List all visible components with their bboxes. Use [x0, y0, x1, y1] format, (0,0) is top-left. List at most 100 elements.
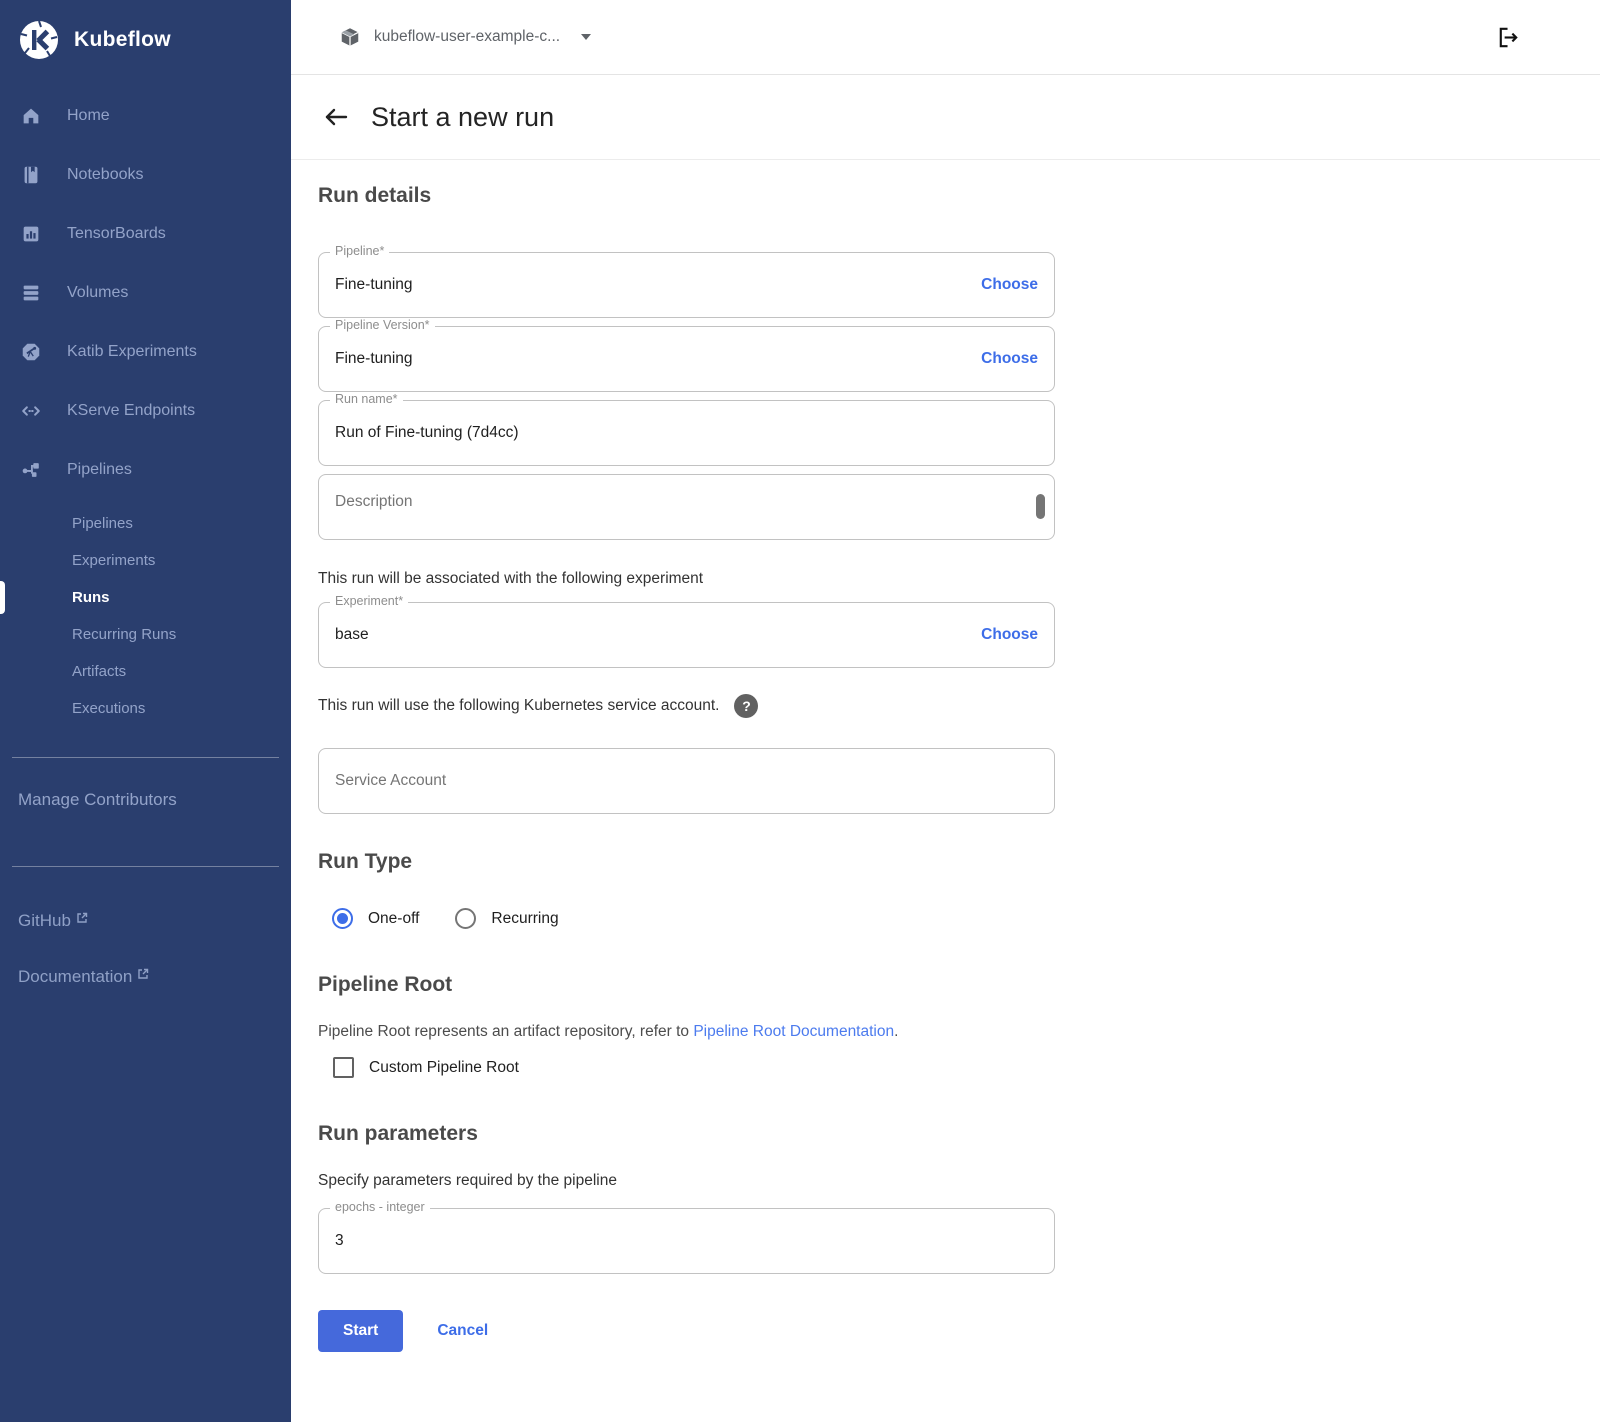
sidebar-link-documentation[interactable]: Documentation — [0, 967, 291, 987]
logout-button[interactable] — [1495, 24, 1522, 51]
service-account-note-row: This run will use the following Kubernet… — [318, 694, 1055, 718]
topbar: kubeflow-user-example-c... — [291, 0, 1600, 75]
run-form: Run details Pipeline* Choose Pipeline Ve… — [291, 160, 1082, 1352]
external-link-icon — [76, 909, 88, 929]
sidebar-subitem-label: Experiments — [72, 552, 155, 569]
active-indicator — [0, 581, 5, 614]
sidebar-subitem-executions[interactable]: Executions — [0, 690, 291, 727]
sidebar-item-label: Katib Experiments — [67, 343, 197, 361]
pipeline-choose-button[interactable]: Choose — [981, 276, 1038, 294]
package-icon — [339, 26, 361, 48]
cancel-button[interactable]: Cancel — [431, 1321, 494, 1341]
service-account-input[interactable] — [335, 772, 1038, 790]
sidebar-subitem-label: Recurring Runs — [72, 626, 176, 643]
pipeline-version-input[interactable] — [335, 350, 969, 368]
custom-pipeline-root-option[interactable]: Custom Pipeline Root — [333, 1057, 1082, 1078]
sidebar-link-label: Documentation — [18, 967, 132, 987]
pipeline-field[interactable]: Pipeline* Choose — [318, 252, 1055, 318]
description-input[interactable] — [335, 493, 1038, 511]
run-type-options: One-off Recurring — [332, 908, 1082, 929]
pipeline-field-label: Pipeline* — [330, 244, 389, 258]
help-icon[interactable]: ? — [734, 694, 758, 718]
notebook-icon — [20, 164, 42, 186]
sidebar: Kubeflow Home Notebooks TensorBoards — [0, 0, 291, 1422]
experiment-field[interactable]: Experiment* Choose — [318, 602, 1055, 668]
sidebar-subitem-runs[interactable]: Runs — [0, 579, 291, 616]
kubeflow-app: Kubeflow Home Notebooks TensorBoards — [0, 0, 1600, 1422]
sidebar-item-label: TensorBoards — [67, 225, 166, 243]
radio-label: Recurring — [491, 910, 558, 928]
sidebar-item-katib-experiments[interactable]: Katib Experiments — [0, 322, 291, 381]
section-heading-run-details: Run details — [318, 184, 1082, 208]
brand-home-link[interactable]: Kubeflow — [0, 0, 291, 72]
sidebar-item-label: Home — [67, 107, 110, 125]
checkbox-icon — [333, 1057, 354, 1078]
back-button[interactable] — [322, 103, 350, 131]
epochs-field-label: epochs - integer — [330, 1200, 430, 1214]
sidebar-subitem-pipelines[interactable]: Pipelines — [0, 505, 291, 542]
namespace-label: kubeflow-user-example-c... — [374, 28, 560, 46]
pipeline-root-text-suffix: . — [894, 1023, 898, 1040]
pipeline-root-description: Pipeline Root represents an artifact rep… — [318, 1023, 1055, 1041]
sidebar-item-home[interactable]: Home — [0, 86, 291, 145]
sidebar-item-manage-contributors[interactable]: Manage Contributors — [0, 758, 291, 836]
epochs-field[interactable]: epochs - integer — [318, 1208, 1055, 1274]
pipeline-root-doc-link[interactable]: Pipeline Root Documentation — [693, 1023, 894, 1040]
sidebar-divider — [12, 866, 279, 867]
chevron-down-icon — [581, 34, 591, 40]
section-heading-run-type: Run Type — [318, 850, 1082, 874]
external-link-icon — [137, 965, 149, 985]
page-header: Start a new run — [291, 75, 1600, 160]
page-title: Start a new run — [371, 102, 554, 133]
sidebar-subitem-experiments[interactable]: Experiments — [0, 542, 291, 579]
epochs-input[interactable] — [335, 1232, 1038, 1250]
sidebar-item-label: KServe Endpoints — [67, 402, 195, 420]
brand-name: Kubeflow — [74, 28, 171, 52]
run-type-option-one-off[interactable]: One-off — [332, 908, 419, 929]
sidebar-item-volumes[interactable]: Volumes — [0, 263, 291, 322]
section-heading-run-parameters: Run parameters — [318, 1122, 1082, 1146]
katib-icon — [20, 341, 42, 363]
namespace-selector[interactable]: kubeflow-user-example-c... — [339, 26, 591, 48]
sidebar-item-kserve-endpoints[interactable]: KServe Endpoints — [0, 381, 291, 440]
run-type-option-recurring[interactable]: Recurring — [455, 908, 558, 929]
run-name-field[interactable]: Run name* — [318, 400, 1055, 466]
sidebar-item-tensorboards[interactable]: TensorBoards — [0, 204, 291, 263]
run-parameters-subtitle: Specify parameters required by the pipel… — [318, 1172, 1082, 1190]
radio-label: One-off — [368, 910, 419, 928]
pipeline-root-text: Pipeline Root represents an artifact rep… — [318, 1023, 693, 1040]
sidebar-subitem-artifacts[interactable]: Artifacts — [0, 653, 291, 690]
sidebar-subitem-label: Executions — [72, 700, 145, 717]
sidebar-item-label: Pipelines — [67, 461, 132, 479]
pipeline-version-field[interactable]: Pipeline Version* Choose — [318, 326, 1055, 392]
pipeline-input[interactable] — [335, 276, 969, 294]
experiment-choose-button[interactable]: Choose — [981, 626, 1038, 644]
experiment-input[interactable] — [335, 626, 969, 644]
kubeflow-logo-icon — [17, 18, 61, 62]
sidebar-subitem-label: Pipelines — [72, 515, 133, 532]
checkbox-label: Custom Pipeline Root — [369, 1059, 519, 1077]
description-field[interactable] — [318, 474, 1055, 540]
radio-icon — [455, 908, 476, 929]
form-actions: Start Cancel — [318, 1310, 1082, 1352]
pipelines-icon — [20, 459, 42, 481]
pipeline-version-field-label: Pipeline Version* — [330, 318, 435, 332]
start-button[interactable]: Start — [318, 1310, 403, 1352]
sidebar-subitem-label: Artifacts — [72, 663, 126, 680]
pipelines-subnav: Pipelines Experiments Runs Recurring Run… — [0, 505, 291, 727]
sidebar-item-notebooks[interactable]: Notebooks — [0, 145, 291, 204]
sidebar-item-label: Notebooks — [67, 166, 144, 184]
textarea-resize-handle[interactable] — [1036, 494, 1045, 519]
sidebar-subitem-recurring-runs[interactable]: Recurring Runs — [0, 616, 291, 653]
home-icon — [20, 105, 42, 127]
sidebar-subitem-label: Runs — [72, 589, 110, 606]
service-account-field[interactable] — [318, 748, 1055, 814]
run-name-input[interactable] — [335, 424, 1038, 442]
sidebar-link-github[interactable]: GitHub — [0, 911, 291, 931]
section-heading-pipeline-root: Pipeline Root — [318, 973, 1082, 997]
sidebar-nav: Home Notebooks TensorBoards Volumes — [0, 86, 291, 727]
experiment-field-label: Experiment* — [330, 594, 408, 608]
sidebar-item-pipelines[interactable]: Pipelines — [0, 440, 291, 499]
pipeline-version-choose-button[interactable]: Choose — [981, 350, 1038, 368]
run-name-field-label: Run name* — [330, 392, 403, 406]
